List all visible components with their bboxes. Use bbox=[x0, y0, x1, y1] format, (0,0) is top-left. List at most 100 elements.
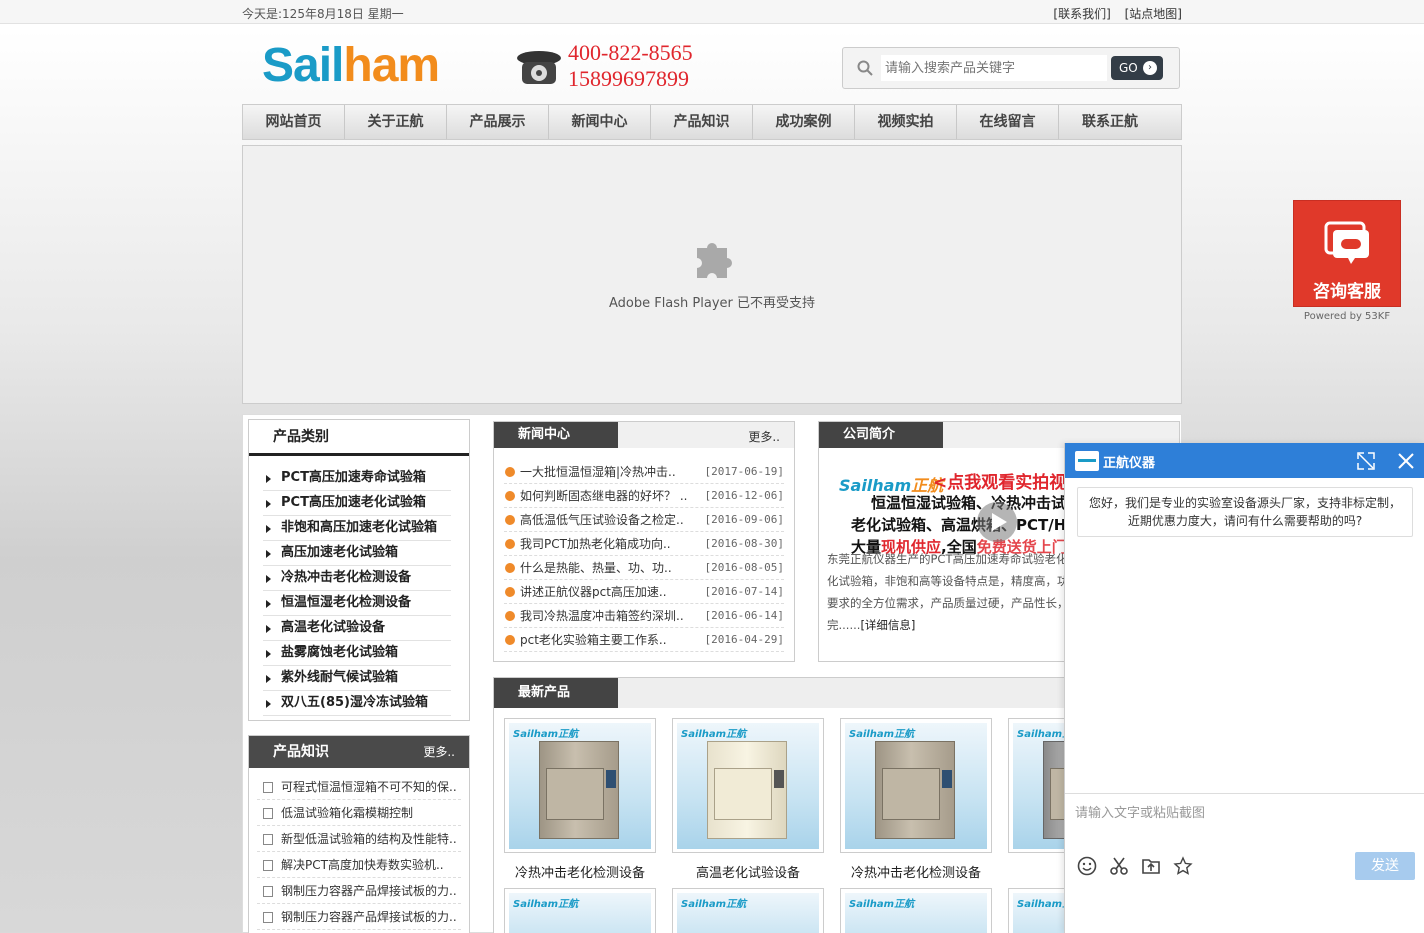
categories-title: 产品类别 bbox=[249, 420, 469, 456]
category-item[interactable]: PCT高压加速寿命试验箱 bbox=[263, 466, 451, 491]
plugin-puzzle-icon bbox=[697, 243, 732, 278]
chevron-right-icon: › bbox=[1143, 61, 1157, 75]
search-input[interactable] bbox=[881, 55, 1107, 81]
bullet-icon bbox=[505, 515, 515, 525]
product-card[interactable]: Sailham正航 bbox=[672, 888, 824, 933]
product-name[interactable]: 高温老化试验设备 bbox=[672, 862, 824, 881]
knowledge-item[interactable]: 新型低温试验箱的结构及性能特.. bbox=[257, 826, 461, 852]
bullet-icon bbox=[505, 539, 515, 549]
chat-greeting-message: 您好，我们是专业的实验室设备源头厂家，支持非标定制，近期优惠力度大，请问有什么需… bbox=[1077, 487, 1413, 537]
consult-service-button[interactable]: 咨询客服 bbox=[1293, 200, 1401, 307]
product-card[interactable]: Sailham正航 bbox=[504, 888, 656, 933]
company-detail-link[interactable]: [详细信息] bbox=[860, 618, 915, 632]
product-image: Sailham正航 bbox=[509, 723, 651, 849]
news-item[interactable]: 我司PCT加热老化箱成功向.. [2016-08-30] bbox=[504, 532, 784, 556]
nav-products[interactable]: 产品展示 bbox=[447, 105, 549, 139]
nav-videos[interactable]: 视频实拍 bbox=[855, 105, 957, 139]
company-logo-icon bbox=[1075, 451, 1099, 471]
product-image: Sailham正航 bbox=[677, 723, 819, 849]
product-card[interactable]: Sailham正航 bbox=[840, 888, 992, 933]
news-title: 新闻中心 bbox=[494, 422, 618, 448]
consult-service-label: 咨询客服 bbox=[1313, 282, 1381, 302]
site-logo[interactable]: Sailham bbox=[262, 38, 440, 93]
search-box: GO› bbox=[842, 47, 1180, 89]
chat-input-area[interactable]: 请输入文字或粘贴截图 发送 bbox=[1065, 793, 1424, 933]
nav-home[interactable]: 网站首页 bbox=[243, 105, 345, 139]
search-go-button[interactable]: GO › bbox=[1111, 56, 1163, 80]
sitemap-link[interactable]: [站点地图] bbox=[1125, 7, 1182, 21]
nav-contact[interactable]: 联系正航 bbox=[1059, 105, 1161, 139]
nav-cases[interactable]: 成功案例 bbox=[753, 105, 855, 139]
company-image-line: 老化试验箱、高温烘箱、PCT/H bbox=[851, 516, 1067, 534]
product-name[interactable]: 冷热冲击老化检测设备 bbox=[840, 862, 992, 881]
news-item[interactable]: 高低温低气压试验设备之检定.. [2016-09-06] bbox=[504, 508, 784, 532]
play-icon[interactable] bbox=[977, 502, 1017, 542]
star-icon[interactable] bbox=[1173, 856, 1193, 876]
knowledge-header: 产品知识 更多.. bbox=[249, 736, 469, 768]
hotline-number: 400-822-8565 bbox=[568, 40, 693, 65]
scissors-icon[interactable] bbox=[1109, 856, 1129, 876]
main-content: 产品类别 PCT高压加速寿命试验箱 PCT高压加速老化试验箱 非饱和高压加速老化… bbox=[242, 414, 1182, 933]
product-image: Sailham正航 bbox=[845, 723, 987, 849]
date-text: 今天是:125年8月18日 星期一 bbox=[242, 7, 404, 21]
expand-icon[interactable] bbox=[1357, 452, 1375, 470]
nav-about[interactable]: 关于正航 bbox=[345, 105, 447, 139]
contact-us-link[interactable]: [联系我们] bbox=[1053, 7, 1110, 21]
news-item[interactable]: 一大批恒温恒湿箱|冷热冲击.. [2017-06-19] bbox=[504, 460, 784, 484]
mobile-number: 15899697899 bbox=[568, 66, 689, 91]
nav-message[interactable]: 在线留言 bbox=[957, 105, 1059, 139]
knowledge-item[interactable]: 可程式恒温恒湿箱不可不知的保.. bbox=[257, 774, 461, 800]
news-item[interactable]: 如何判断固态继电器的好坏？ .. [2016-12-06] bbox=[504, 484, 784, 508]
product-card[interactable]: Sailham正航 bbox=[840, 718, 992, 853]
knowledge-item[interactable]: 低温试验箱化霜模糊控制 bbox=[257, 800, 461, 826]
nav-knowledge[interactable]: 产品知识 bbox=[651, 105, 753, 139]
chat-title: 正航仪器 bbox=[1103, 456, 1156, 471]
products-title: 最新产品 bbox=[494, 678, 618, 708]
knowledge-item[interactable]: 解决PCT高度加快寿数实验机.. bbox=[257, 852, 461, 878]
chat-bubble-icon bbox=[1324, 221, 1369, 264]
category-item[interactable]: 双八五(85)湿冷冻试验箱 bbox=[263, 691, 451, 716]
bullet-icon bbox=[505, 491, 515, 501]
knowledge-more-link[interactable]: 更多.. bbox=[423, 736, 455, 768]
category-item[interactable]: 非饱和高压加速老化试验箱 bbox=[263, 516, 451, 541]
header: Sailham 400-822-8565 15899697899 GO› bbox=[242, 24, 1182, 104]
category-item[interactable]: 高温老化试验设备 bbox=[263, 616, 451, 641]
news-center: 新闻中心 更多.. 一大批恒温恒湿箱|冷热冲击.. [2017-06-19] 如何… bbox=[493, 421, 795, 662]
knowledge-title: 产品知识 bbox=[273, 744, 329, 760]
product-card[interactable]: Sailham正航 bbox=[672, 718, 824, 853]
company-image-line: 恒温恒湿试验箱、冷热冲击试 bbox=[871, 494, 1067, 512]
category-item[interactable]: 恒温恒湿老化检测设备 bbox=[263, 591, 451, 616]
category-item[interactable]: 高压加速老化试验箱 bbox=[263, 541, 451, 566]
upload-folder-icon[interactable] bbox=[1141, 856, 1161, 876]
product-categories: 产品类别 PCT高压加速寿命试验箱 PCT高压加速老化试验箱 非饱和高压加速老化… bbox=[248, 419, 470, 721]
emoji-icon[interactable] bbox=[1077, 856, 1097, 876]
news-item[interactable]: 什么是热能、热量、功、功.. [2016-08-05] bbox=[504, 556, 784, 580]
bullet-icon bbox=[505, 563, 515, 573]
chat-input-placeholder: 请输入文字或粘贴截图 bbox=[1075, 806, 1206, 821]
product-card[interactable]: Sailham正航 bbox=[504, 718, 656, 853]
bullet-icon bbox=[505, 635, 515, 645]
close-icon[interactable] bbox=[1397, 452, 1415, 470]
knowledge-item[interactable]: 钢制压力容器产品焊接试板的力.. bbox=[257, 904, 461, 930]
category-item[interactable]: 盐雾腐蚀老化试验箱 bbox=[263, 641, 451, 666]
company-title: 公司简介 bbox=[819, 422, 943, 448]
news-item[interactable]: 讲述正航仪器pct高压加速.. [2016-07-14] bbox=[504, 580, 784, 604]
category-item[interactable]: 紫外线耐气候试验箱 bbox=[263, 666, 451, 691]
news-item[interactable]: pct老化实验箱主要工作系.. [2016-04-29] bbox=[504, 628, 784, 652]
category-item[interactable]: PCT高压加速老化试验箱 bbox=[263, 491, 451, 516]
powered-by-text: Powered by 53KF bbox=[1303, 311, 1391, 322]
news-item[interactable]: 我司冷热温度冲击箱签约深圳.. [2016-06-14] bbox=[504, 604, 784, 628]
telephone-icon bbox=[517, 51, 561, 84]
send-button[interactable]: 发送 bbox=[1355, 852, 1415, 880]
bullet-icon bbox=[505, 611, 515, 621]
flash-banner: Adobe Flash Player 已不再受支持 bbox=[242, 145, 1182, 404]
category-item[interactable]: 冷热冲击老化检测设备 bbox=[263, 566, 451, 591]
top-bar: 今天是:125年8月18日 星期一 [联系我们] [站点地图] bbox=[0, 0, 1424, 24]
knowledge-item[interactable]: 钢制压力容器产品焊接试板的力.. bbox=[257, 878, 461, 904]
main-nav: 网站首页 关于正航 产品展示 新闻中心 产品知识 成功案例 视频实拍 在线留言 … bbox=[242, 104, 1182, 140]
company-image-headline: <点我观看实拍视 bbox=[933, 473, 1067, 493]
product-knowledge: 产品知识 更多.. 可程式恒温恒湿箱不可不知的保.. 低温试验箱化霜模糊控制 新… bbox=[248, 735, 470, 933]
product-name[interactable]: 冷热冲击老化检测设备 bbox=[504, 862, 656, 881]
nav-news[interactable]: 新闻中心 bbox=[549, 105, 651, 139]
news-more-link[interactable]: 更多.. bbox=[748, 428, 780, 445]
